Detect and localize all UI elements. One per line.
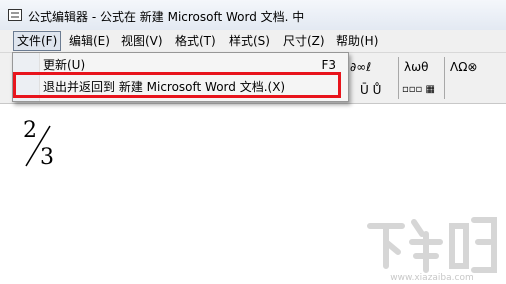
toolbar-separator [398,57,399,99]
menu-format[interactable]: 格式(T) [172,32,219,50]
menu-item-update-label: 更新(U) [43,58,86,72]
menu-style[interactable]: 样式(S) [226,32,273,50]
calculus-symbols-button[interactable]: ∂∞ℓ [350,57,371,77]
window-title: 公式编辑器 - 公式在 新建 Microsoft Word 文档. 中 [28,10,305,24]
uppercase-greek-button[interactable]: ΛΩ⊗ [450,57,477,77]
fraction-numerator: 2 [23,118,37,143]
menu-file[interactable]: 文件(F) [13,31,62,51]
accent-templates-button[interactable]: Ū Ů [360,80,381,100]
menu-bar: 文件(F) 编辑(E) 视图(V) 格式(T) 样式(S) 尺寸(Z) 帮助(H… [0,30,506,53]
lowercase-greek-button[interactable]: λωθ [404,57,429,77]
menu-help[interactable]: 帮助(H) [333,32,381,50]
menu-size[interactable]: 尺寸(Z) [280,32,328,50]
title-bar: 公式编辑器 - 公式在 新建 Microsoft Word 文档. 中 [0,0,506,31]
menu-view[interactable]: 视图(V) [118,32,166,50]
toolbar-separator [444,57,445,99]
equation-editor-icon [8,9,22,21]
fraction-denominator: 3 [40,145,54,170]
fraction-two-thirds: 2 3 [20,118,60,174]
site-watermark-logo: www.xiazaiba.com [367,217,497,282]
highlight-annotation [13,72,341,98]
menu-edit[interactable]: 编辑(E) [66,32,113,50]
matrix-templates-button[interactable]: ▫▫▫ ▦ [402,80,435,100]
watermark-url: www.xiazaiba.com [390,273,474,282]
